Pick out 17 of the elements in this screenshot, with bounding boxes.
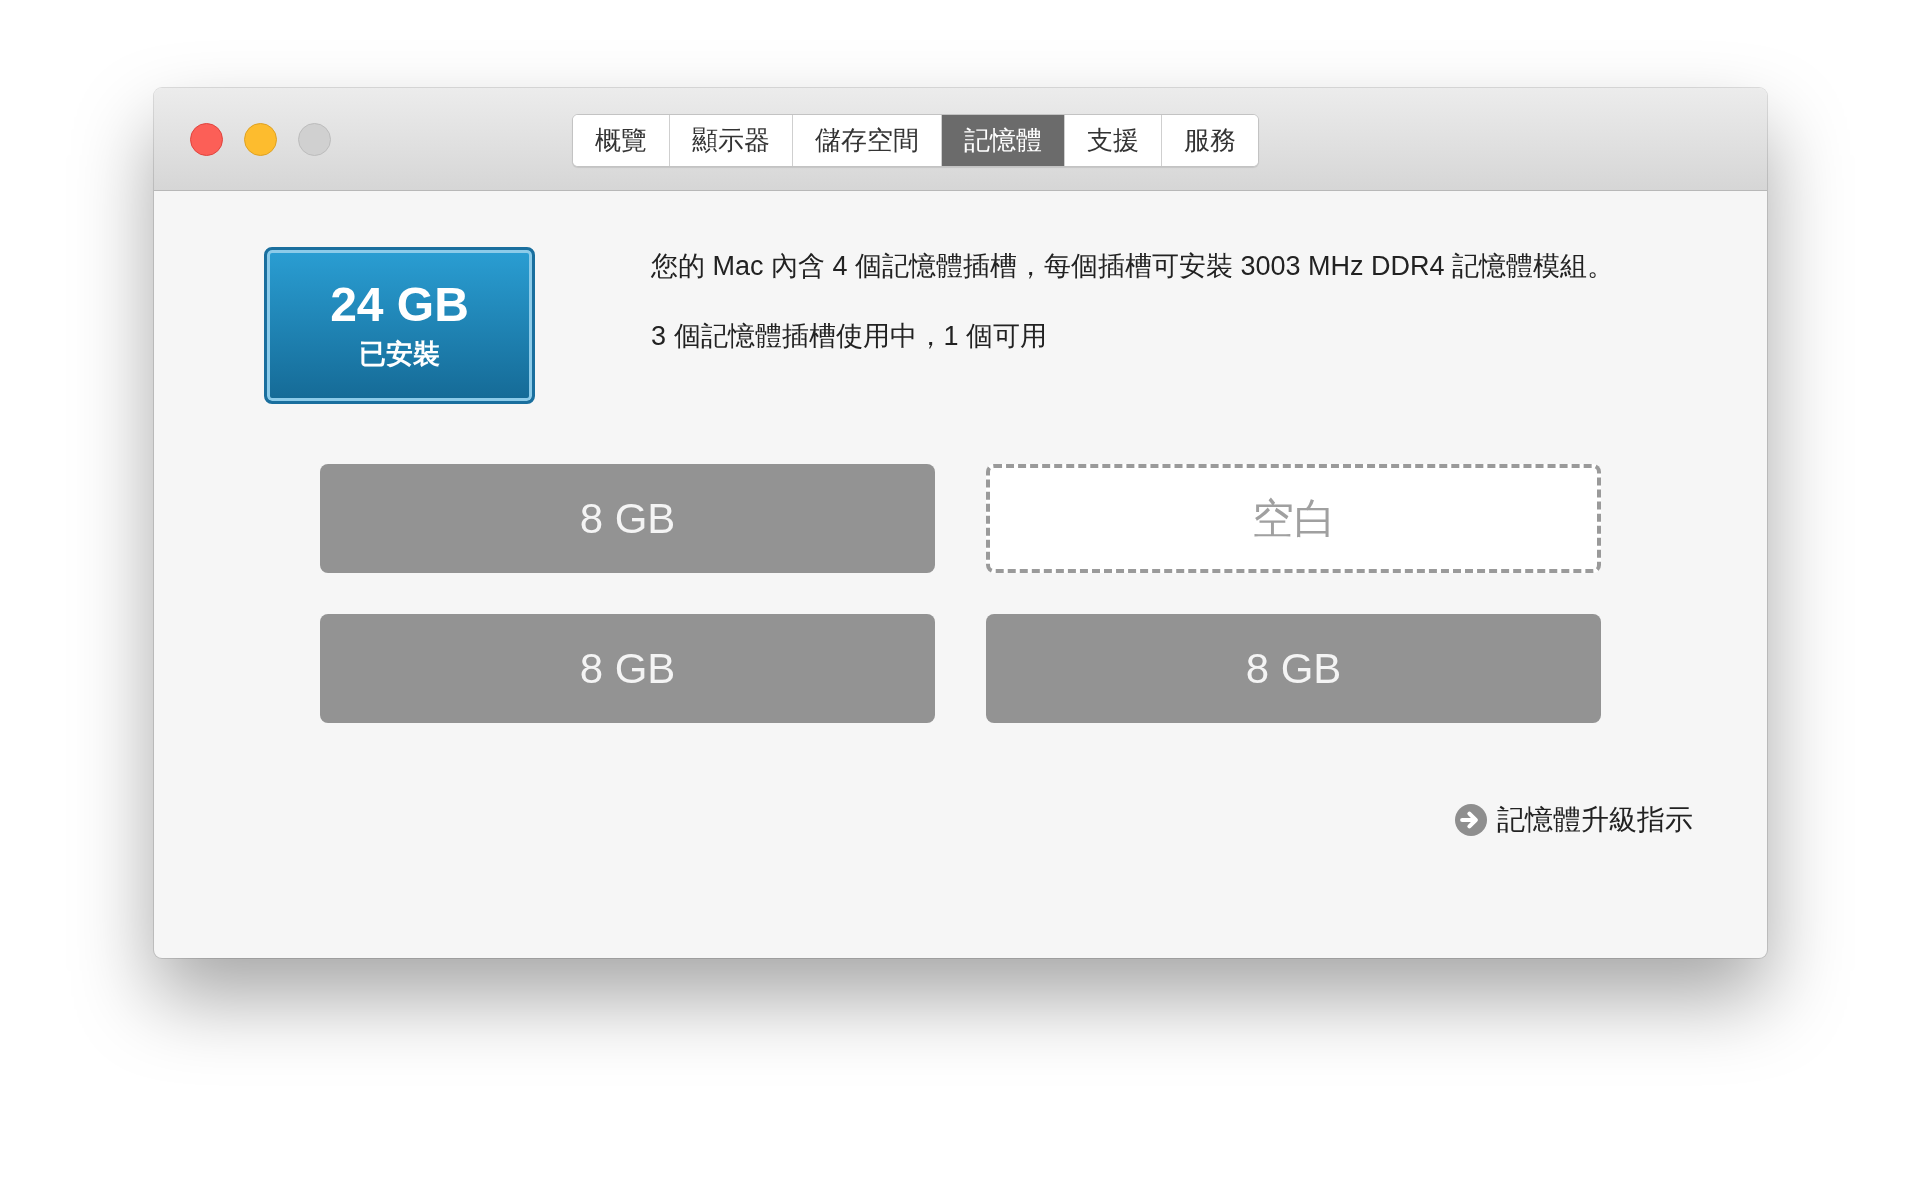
tab[interactable]: 記憶體	[942, 115, 1065, 166]
description-text: 您的 Mac 內含 4 個記憶體插槽，每個插槽可安裝 3003 MHz DDR4 記憶體模組。	[651, 250, 1616, 283]
close-button[interactable]	[190, 122, 223, 156]
description-text: 3 個記憶體插槽使用中，1 個可用	[651, 320, 1049, 353]
tab[interactable]: 概覽	[573, 115, 670, 166]
minimize-button[interactable]	[244, 122, 277, 156]
upgrade-instructions-link[interactable]: 記憶體升級指示	[1455, 801, 1693, 839]
tab[interactable]: 顯示器	[670, 115, 793, 166]
memory-slot: 8 GB	[320, 464, 935, 573]
memory-caption: 已安裝	[359, 337, 440, 371]
memory-slot: 8 GB	[986, 614, 1601, 723]
tab[interactable]: 服務	[1162, 115, 1258, 166]
memory-amount: 24 GB	[330, 279, 469, 332]
tab[interactable]: 支援	[1065, 115, 1162, 166]
empty-slot: 空白	[986, 464, 1601, 573]
tab[interactable]: 儲存空間	[793, 115, 942, 166]
memory-slot: 8 GB	[320, 614, 935, 723]
